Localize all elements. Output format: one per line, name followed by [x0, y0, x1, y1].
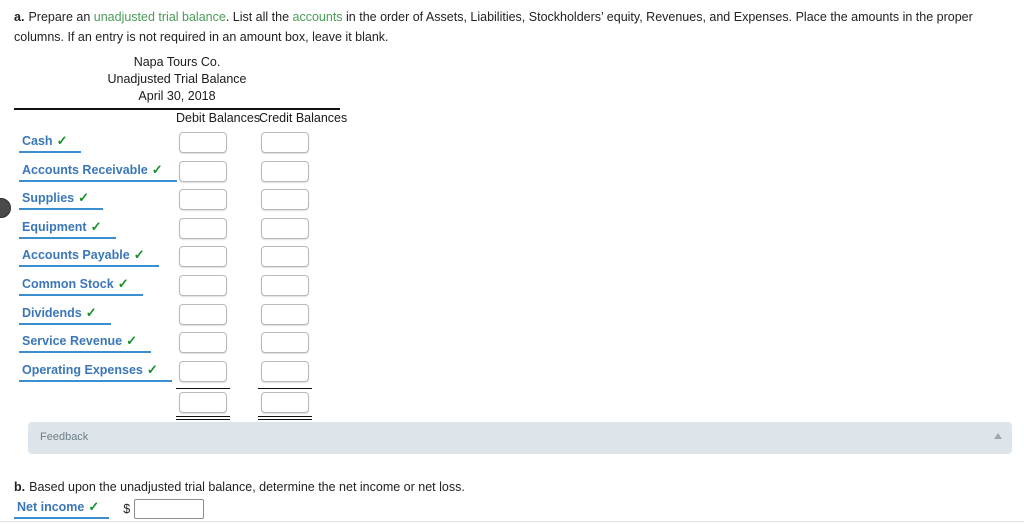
credit-input-8[interactable] [261, 360, 309, 382]
debit-input-7[interactable] [179, 332, 227, 354]
check-icon: ✓ [126, 333, 137, 349]
table-row: Cash ✓ [14, 131, 340, 160]
collapse-triangle-icon[interactable] [994, 433, 1002, 439]
net-income-label[interactable]: Net income [17, 500, 84, 514]
debit-input-3[interactable] [179, 217, 227, 239]
credit-input-2[interactable] [261, 189, 309, 211]
total-rule-credit [258, 416, 312, 421]
credit-input-6[interactable] [261, 303, 309, 325]
credit-input-7[interactable] [261, 332, 309, 354]
statement-company-name: Napa Tours Co. [133, 55, 221, 69]
credit-input-5[interactable] [261, 274, 309, 296]
debit-input-0[interactable] [179, 132, 227, 153]
table-row: Operating Expenses ✓ [14, 360, 340, 389]
account-selector-7[interactable]: Service Revenue ✓ [19, 333, 151, 354]
subtotal-rule-debit [176, 388, 230, 390]
check-icon: ✓ [56, 133, 68, 148]
column-header-debit: Debit Balances [176, 111, 261, 125]
account-selector-2[interactable]: Supplies ✓ [19, 190, 103, 211]
part-a-text-1: Prepare an [28, 10, 94, 24]
check-icon: ✓ [85, 304, 97, 320]
account-label[interactable]: Equipment [22, 220, 87, 234]
table-row: Equipment ✓ [14, 217, 340, 246]
table-row: Accounts Payable ✓ [14, 245, 340, 274]
glossary-link-accounts[interactable]: accounts [293, 10, 343, 24]
total-debit-input[interactable] [179, 392, 227, 414]
part-a-instruction: a. Prepare an unadjusted trial balance. L… [14, 7, 1014, 47]
account-selector-8[interactable]: Operating Expenses ✓ [19, 362, 172, 382]
account-rows: Cash ✓ Accounts Receivable ✓ Supplies ✓ Equ… [14, 131, 340, 421]
bottom-divider [0, 521, 1024, 522]
credit-input-3[interactable] [261, 217, 309, 239]
statement-date: April 30, 2018 [138, 89, 216, 103]
account-label[interactable]: Service Revenue [22, 334, 122, 348]
account-label[interactable]: Accounts Receivable [22, 163, 148, 177]
table-row: Supplies ✓ [14, 188, 340, 217]
statement-title: Unadjusted Trial Balance [107, 72, 247, 86]
debit-input-8[interactable] [179, 360, 227, 382]
subtotal-rule-credit [258, 388, 312, 390]
currency-symbol: $ [123, 502, 131, 516]
credit-input-4[interactable] [261, 246, 309, 268]
debit-input-1[interactable] [179, 160, 227, 182]
trial-balance-statement: Napa Tours Co. Unadjusted Trial Balance … [14, 54, 347, 421]
feedback-panel[interactable]: Feedback [28, 422, 1012, 454]
check-icon: ✓ [133, 247, 145, 263]
table-row: Service Revenue ✓ [14, 331, 340, 360]
total-credit-input[interactable] [261, 392, 309, 414]
account-selector-3[interactable]: Equipment ✓ [19, 219, 116, 239]
net-income-selector[interactable]: Net income ✓ [14, 499, 110, 519]
account-selector-5[interactable]: Common Stock ✓ [19, 276, 143, 296]
check-icon: ✓ [88, 499, 100, 514]
credit-input-1[interactable] [261, 160, 309, 182]
feedback-label: Feedback [40, 431, 89, 443]
account-label[interactable]: Supplies [22, 191, 74, 205]
clipped-handle-artifact [0, 198, 11, 218]
account-label[interactable]: Operating Expenses [22, 363, 143, 377]
account-selector-0[interactable]: Cash ✓ [19, 133, 82, 153]
part-b-text: Based upon the unadjusted trial balance,… [29, 480, 465, 494]
credit-input-0[interactable] [261, 132, 309, 153]
debit-input-6[interactable] [179, 303, 227, 325]
account-selector-4[interactable]: Accounts Payable ✓ [19, 247, 159, 268]
account-label[interactable]: Common Stock [22, 277, 114, 291]
debit-input-2[interactable] [179, 189, 227, 211]
account-label[interactable]: Accounts Payable [22, 248, 130, 262]
part-a-letter: a. [14, 10, 25, 24]
glossary-link-unadjusted-trial-balance[interactable]: unadjusted trial balance [94, 10, 226, 24]
table-row: Accounts Receivable ✓ [14, 160, 340, 189]
account-label[interactable]: Dividends [22, 306, 82, 320]
net-income-row: Net income ✓ $ [14, 499, 205, 519]
account-selector-6[interactable]: Dividends ✓ [19, 305, 111, 325]
check-icon: ✓ [90, 218, 102, 234]
debit-input-4[interactable] [179, 246, 227, 268]
totals-row [14, 388, 340, 421]
debit-input-5[interactable] [179, 274, 227, 296]
account-selector-1[interactable]: Accounts Receivable ✓ [19, 162, 177, 182]
column-header-row: Debit Balances Credit Balances [14, 110, 347, 128]
check-icon: ✓ [146, 361, 158, 377]
check-icon: ✓ [151, 161, 163, 177]
part-b-instruction: b. Based upon the unadjusted trial balanc… [14, 480, 1014, 494]
account-label[interactable]: Cash [22, 134, 53, 148]
part-a-text-2: . List all the [225, 10, 293, 24]
column-header-credit: Credit Balances [259, 111, 348, 125]
part-b-letter: b. [14, 480, 26, 494]
check-icon: ✓ [78, 190, 89, 206]
total-rule-debit [176, 416, 230, 421]
net-income-amount-input[interactable] [134, 499, 205, 519]
table-row: Common Stock ✓ [14, 274, 340, 303]
table-row: Dividends ✓ [14, 303, 340, 332]
check-icon: ✓ [117, 275, 129, 291]
